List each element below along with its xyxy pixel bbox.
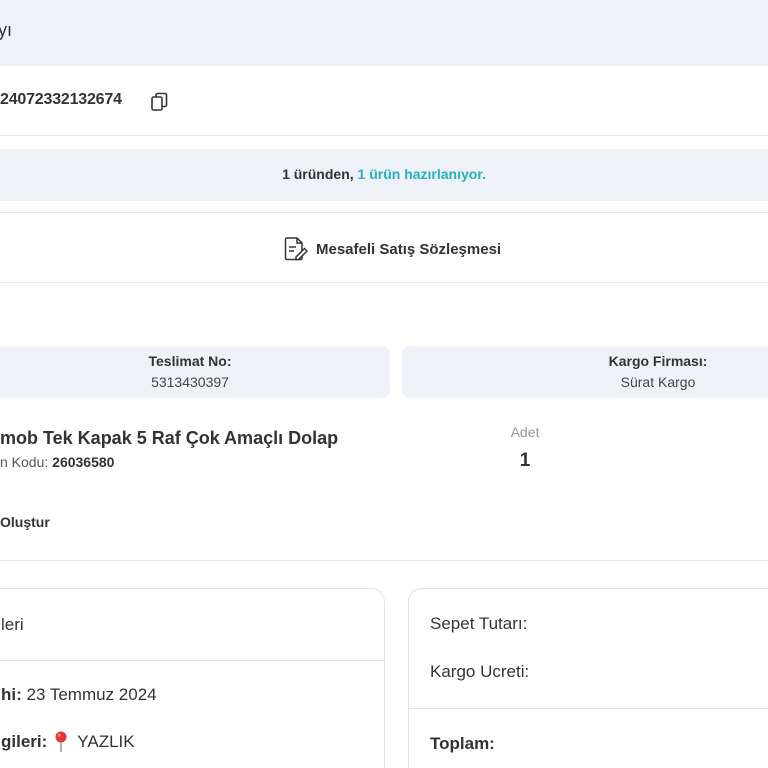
document-edit-icon: [284, 237, 308, 261]
address-label: gileri:: [1, 732, 48, 751]
address-line: gileri: YAZLIK: [1, 731, 135, 753]
card-divider: [409, 708, 768, 709]
page-header: yı: [0, 0, 768, 66]
card-divider: [0, 660, 384, 661]
delivery-number-value: 5313430397: [151, 374, 229, 390]
delivery-card-title: leri: [1, 615, 24, 634]
address-value: YAZLIK: [77, 732, 135, 751]
status-prefix: 1 üründen,: [282, 166, 354, 182]
create-action-link[interactable]: Oluştur: [0, 514, 50, 530]
product-name[interactable]: mob Tek Kapak 5 Raf Çok Amaçlı Dolap: [0, 428, 338, 449]
order-status-text: 1 üründen, 1 ürün hazırlanıyor.: [0, 166, 768, 182]
delivery-date-value: 23 Temmuz 2024: [26, 685, 157, 704]
cargo-company-box: Kargo Firması: Sürat Kargo: [402, 346, 768, 398]
page-title: yı: [0, 20, 13, 40]
map-pin-icon: [55, 731, 67, 752]
order-number: 24072332132674: [0, 91, 122, 108]
copy-icon[interactable]: [149, 92, 169, 112]
product-code-label: n Kodu:: [0, 454, 49, 470]
order-number-row: 24072332132674: [0, 66, 768, 136]
status-highlight: 1 ürün hazırlanıyor.: [357, 166, 486, 182]
product-code-value: 26036580: [52, 454, 115, 470]
total-label: Toplam:: [430, 734, 495, 753]
delivery-info-card: leri hi: 23 Temmuz 2024 gileri: YAZLIK: [0, 588, 385, 768]
delivery-number-label: Teslimat No:: [148, 353, 232, 369]
product-code: n Kodu: 26036580: [0, 454, 114, 470]
section-divider: [0, 560, 768, 561]
order-status-bar: 1 üründen, 1 ürün hazırlanıyor.: [0, 149, 768, 201]
basket-total-label: Sepet Tutarı:: [430, 614, 528, 633]
cargo-company-value: Sürat Kargo: [620, 374, 696, 390]
contract-row: Mesafeli Satış Sözleşmesi: [0, 212, 768, 283]
delivery-date-line: hi: 23 Temmuz 2024: [1, 685, 157, 705]
delivery-number-box: Teslimat No: 5313430397: [0, 346, 390, 398]
cargo-company-label: Kargo Firması:: [608, 353, 708, 369]
quantity-label: Adet: [510, 424, 540, 440]
shipping-fee-label: Kargo Ucreti:: [430, 662, 530, 681]
contract-label: Mesafeli Satış Sözleşmesi: [316, 240, 502, 258]
distance-sales-contract-link[interactable]: Mesafeli Satış Sözleşmesi: [282, 236, 501, 262]
quantity-value: 1: [519, 450, 531, 471]
order-summary-card: Sepet Tutarı: Kargo Ucreti: Toplam:: [408, 588, 768, 768]
delivery-date-label: hi:: [1, 685, 22, 704]
